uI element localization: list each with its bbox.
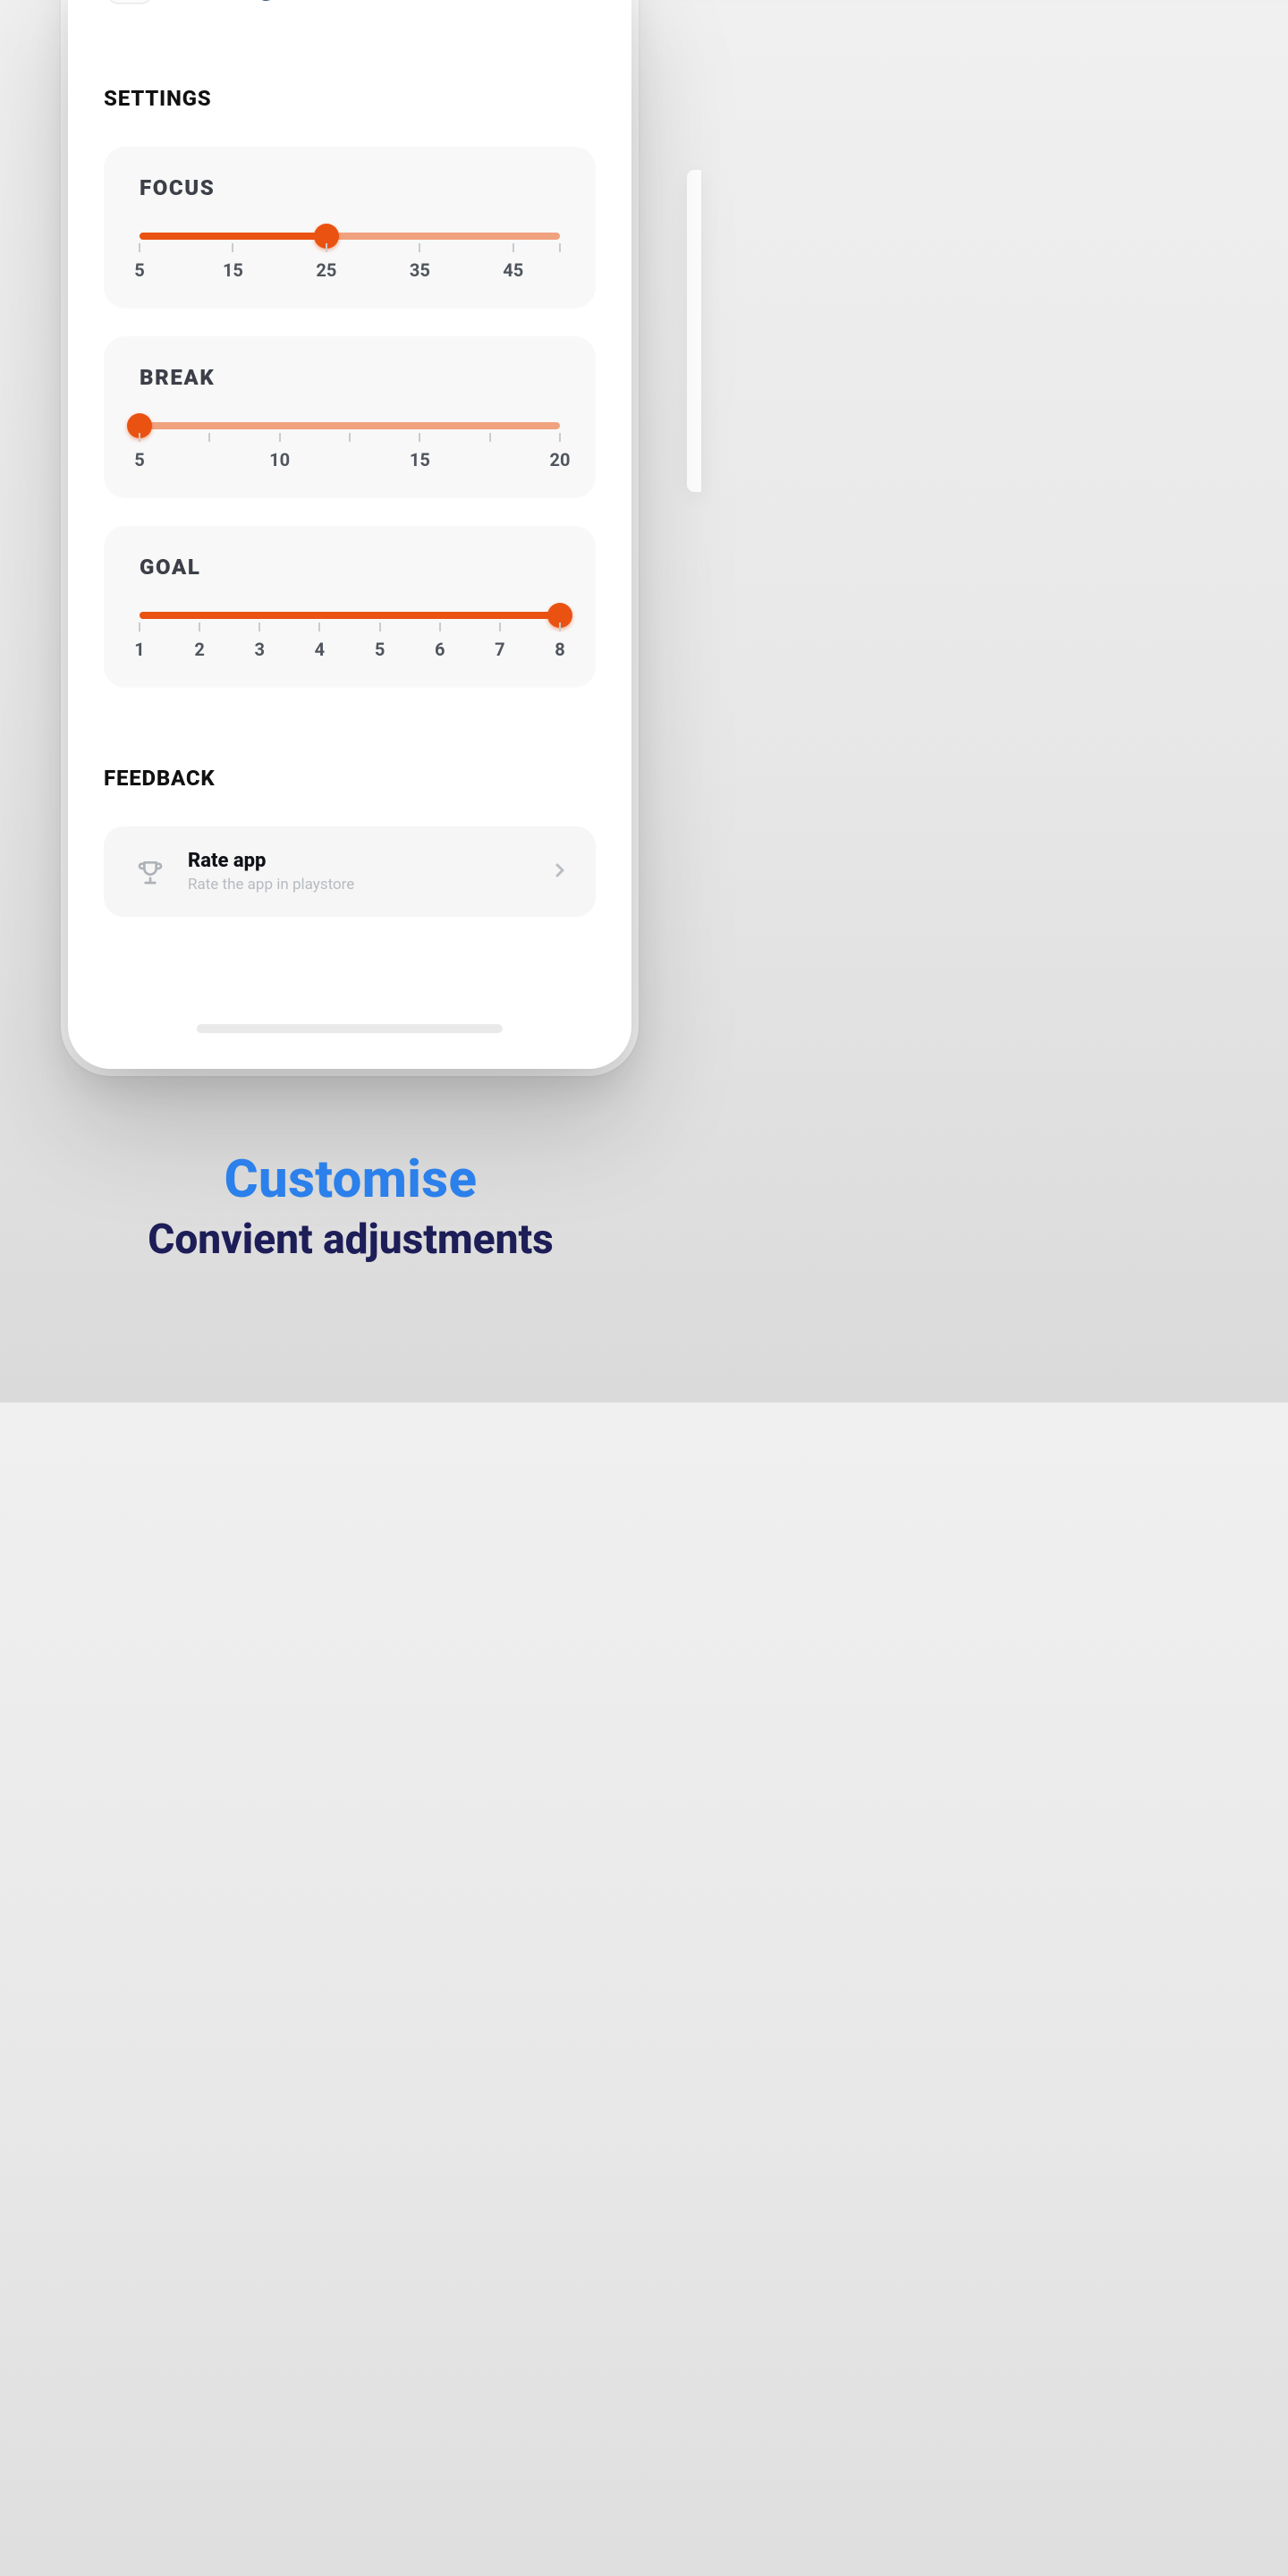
home-indicator [197,1024,503,1033]
slider-label: 5 [134,259,144,281]
page-title: Settings [175,0,292,3]
slider-tick [139,433,140,442]
goal-slider[interactable]: 12345678 [140,612,560,662]
slider-label: 8 [555,639,564,660]
slider-label: 5 [375,639,385,660]
slider-label: 35 [410,259,430,281]
rate-app-subtitle: Rate the app in playstore [188,876,354,894]
goal-card: GOAL 1 2 3 4 5 6 7 8 [104,526,596,687]
phone-frame: Settings SETTINGS FOCUS 515253545 BREAK [68,0,631,1069]
slider-label: 1 [134,639,144,660]
rate-app-row[interactable]: Rate app Rate the app in playstore [104,826,596,917]
slider-tick [559,623,561,631]
settings-screen: Settings SETTINGS FOCUS 515253545 BREAK [86,0,614,1044]
slider-tick [513,243,514,252]
slider-tick [499,623,501,631]
chevron-right-icon [549,860,571,885]
slider-label: 6 [435,639,445,660]
slider-tick [139,623,140,631]
slider-tick [199,623,200,631]
slider-tick [419,433,420,442]
promo-text: Customise Convient adjustments [0,1149,701,1264]
slider-label: 25 [316,259,336,281]
slider-tick [559,433,561,442]
phone-screen: Settings SETTINGS FOCUS 515253545 BREAK [86,0,614,1051]
slider-tick [419,243,420,252]
promo-title: Customise [0,1149,701,1210]
slider-label: 10 [269,449,290,470]
rate-app-text: Rate app Rate the app in playstore [188,850,354,894]
goal-title: GOAL [140,555,560,580]
break-slider[interactable]: 5101520 [140,422,560,472]
slider-label: 4 [315,639,325,660]
slider-tick [349,433,351,442]
break-title: BREAK [140,365,560,390]
rate-app-title: Rate app [188,850,354,872]
slider-label: 7 [495,639,504,660]
section-settings-label: SETTINGS [104,86,596,111]
slider-tick [559,243,561,252]
slider-tick [208,433,210,442]
slider-label: 3 [255,639,265,660]
slider-label: 15 [223,259,243,281]
slider-tick [326,243,327,252]
focus-card: FOCUS 5 15 25 35 45 [104,147,596,308]
slider-label: 15 [410,449,430,470]
trophy-icon [129,851,172,894]
slider-label: 2 [194,639,204,660]
background-edge-shape [687,170,701,492]
promo-page: Settings SETTINGS FOCUS 515253545 BREAK [0,0,701,1402]
slider-label: 20 [550,449,571,470]
section-feedback-label: FEEDBACK [104,766,596,791]
slider-tick [232,243,233,252]
close-button[interactable] [107,0,152,4]
settings-header: Settings [104,0,596,4]
slider-tick [279,433,281,442]
slider-tick [318,623,320,631]
promo-subtitle: Convient adjustments [0,1216,701,1264]
slider-tick [439,623,441,631]
slider-tick [258,623,260,631]
slider-label: 45 [503,259,523,281]
focus-title: FOCUS [140,175,560,200]
slider-tick [489,433,491,442]
slider-tick [379,623,381,631]
focus-slider[interactable]: 515253545 [140,233,560,283]
slider-tick [139,243,140,252]
slider-label: 5 [134,449,144,470]
break-card: BREAK 5 10 15 20 [104,336,596,497]
